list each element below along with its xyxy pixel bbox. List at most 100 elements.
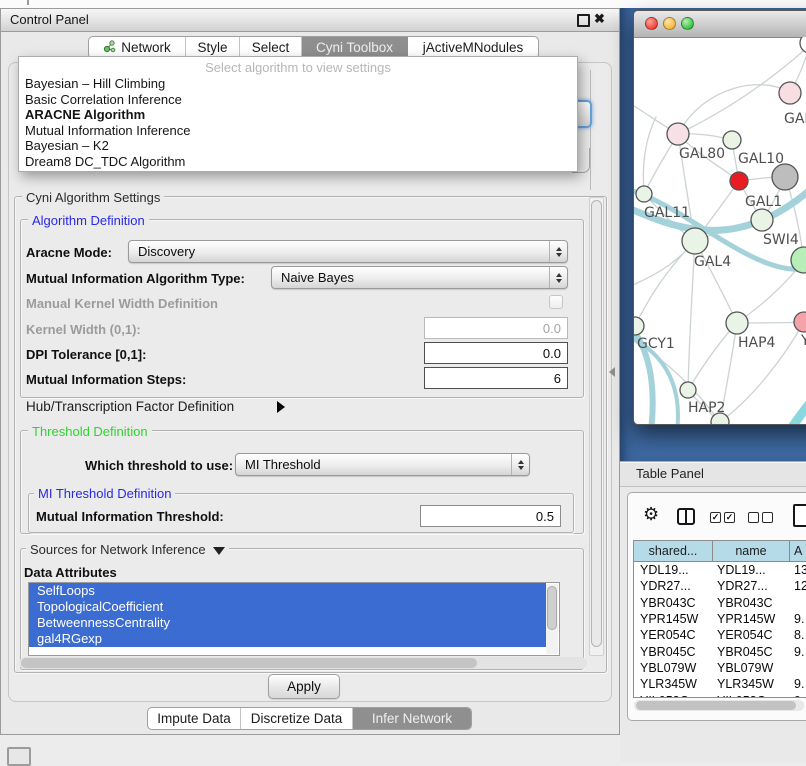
network-node[interactable] bbox=[800, 37, 806, 53]
network-node-gal10[interactable] bbox=[723, 131, 741, 149]
stepper-icon[interactable] bbox=[549, 241, 567, 262]
table-horizontal-scrollbar[interactable] bbox=[634, 700, 804, 711]
hub-section-label[interactable]: Hub/Transcription Factor Definition bbox=[26, 399, 234, 414]
group-border-fragment bbox=[590, 70, 591, 190]
algorithm-option-bayesian-k2[interactable]: Bayesian – K2 bbox=[19, 138, 577, 154]
table-row[interactable]: YDR27...YDR27...12 bbox=[634, 578, 806, 594]
network-node-gal80[interactable] bbox=[667, 123, 689, 145]
kernel-width-field[interactable]: 0.0 bbox=[424, 317, 568, 339]
attribute-item-selfloops[interactable]: SelfLoops bbox=[29, 583, 546, 599]
tab-network[interactable]: Network bbox=[89, 37, 186, 58]
panel-title: Control Panel bbox=[10, 12, 89, 27]
checked-columns-icon[interactable]: ✓ bbox=[724, 512, 735, 523]
mi-steps-field[interactable]: 6 bbox=[424, 367, 568, 389]
aracne-mode-combo[interactable]: Discovery bbox=[128, 240, 568, 263]
column-header-name[interactable]: name bbox=[713, 541, 790, 562]
manual-kernel-label: Manual Kernel Width Definition bbox=[26, 296, 218, 311]
sources-title[interactable]: Sources for Network Inference bbox=[26, 542, 229, 557]
table-cell: YPR145W bbox=[713, 612, 790, 626]
table-row[interactable]: YBL079WYBL079W bbox=[634, 660, 806, 676]
stepper-icon[interactable] bbox=[549, 267, 567, 288]
network-node-label: GAL4 bbox=[694, 254, 731, 270]
top-strip bbox=[0, 0, 806, 8]
attribute-item-betweennesscentrality[interactable]: BetweennessCentrality bbox=[29, 615, 546, 631]
bottom-tab-impute-data[interactable]: Impute Data bbox=[148, 708, 241, 729]
bottom-tab-discretize-data[interactable]: Discretize Data bbox=[241, 708, 353, 729]
table-row[interactable]: YLR345WYLR345W9. bbox=[634, 676, 806, 692]
network-node-hap2[interactable] bbox=[680, 382, 696, 398]
node-table[interactable]: shared...nameA YDL19...YDL19...13YDR27..… bbox=[633, 540, 806, 698]
algorithm-option-bayesian-hill-climbing[interactable]: Bayesian – Hill Climbing bbox=[19, 76, 577, 92]
network-node-gal4[interactable] bbox=[682, 228, 708, 254]
bottom-tab-infer-network[interactable]: Infer Network bbox=[353, 708, 471, 729]
manual-kernel-checkbox[interactable] bbox=[549, 295, 563, 309]
splitter-collapse-icon[interactable] bbox=[609, 367, 615, 377]
algorithm-option-basic-correlation-inference[interactable]: Basic Correlation Inference bbox=[19, 92, 577, 108]
tab-style[interactable]: Style bbox=[186, 37, 240, 58]
table-row[interactable]: YBR045CYBR045C9. bbox=[634, 643, 806, 659]
scrollbar-thumb[interactable] bbox=[21, 658, 477, 668]
collapse-arrow-icon[interactable] bbox=[213, 547, 225, 555]
unchecked-columns-icon[interactable] bbox=[762, 512, 773, 523]
popup-prompt: Select algorithm to view settings bbox=[19, 59, 577, 76]
gear-icon[interactable]: ⚙ bbox=[643, 505, 659, 523]
table-row[interactable]: YBR043CYBR043C bbox=[634, 595, 806, 611]
which-threshold-combo[interactable]: MI Threshold bbox=[235, 453, 530, 476]
scrollbar-thumb[interactable] bbox=[636, 701, 796, 710]
control-panel-titlebar[interactable] bbox=[1, 9, 619, 32]
tab-cyni-toolbox[interactable]: Cyni Toolbox bbox=[302, 37, 408, 58]
settings-vertical-scrollbar[interactable] bbox=[589, 197, 604, 656]
float-window-icon[interactable] bbox=[577, 14, 590, 27]
network-window-titlebar[interactable] bbox=[634, 11, 806, 38]
scrollbar-thumb[interactable] bbox=[547, 586, 557, 630]
columns-icon[interactable] bbox=[677, 508, 695, 525]
network-node-gcy1[interactable] bbox=[634, 317, 644, 335]
document-icon[interactable] bbox=[793, 504, 806, 527]
mi-type-combo[interactable]: Naive Bayes bbox=[271, 266, 568, 289]
network-node-label: GAL1 bbox=[745, 194, 782, 210]
close-traffic-light-icon[interactable] bbox=[645, 17, 658, 30]
algorithm-option-dream8-dc-tdc-algorithm[interactable]: Dream8 DC_TDC Algorithm bbox=[19, 154, 577, 170]
network-graph[interactable]: GAL80GALGAL10GAL1SWI4GAL11GAL4GCY1HAP4YH… bbox=[634, 37, 806, 425]
table-cell: YDL19... bbox=[634, 563, 713, 577]
table-row[interactable]: YPR145WYPR145W9. bbox=[634, 611, 806, 627]
attribute-item-topologicalcoefficient[interactable]: TopologicalCoefficient bbox=[29, 599, 546, 615]
tab-jactivemnodules[interactable]: jActiveMNodules bbox=[408, 37, 538, 58]
table-cell: YBR045C bbox=[713, 645, 790, 659]
tab-label: Network bbox=[121, 40, 171, 55]
network-node-y[interactable] bbox=[794, 312, 806, 332]
attribute-item-gal4rgexp[interactable]: gal4RGexp bbox=[29, 631, 546, 647]
algorithm-option-mutual-information-inference[interactable]: Mutual Information Inference bbox=[19, 123, 577, 139]
table-row[interactable]: YIL052CYIL052C9 bbox=[634, 692, 806, 698]
stepper-icon[interactable] bbox=[511, 454, 529, 475]
network-node-swi4[interactable] bbox=[751, 209, 773, 231]
expand-arrow-icon[interactable] bbox=[277, 401, 285, 413]
close-icon[interactable]: ✖ bbox=[594, 11, 605, 27]
tab-select[interactable]: Select bbox=[240, 37, 302, 58]
network-node-hap4[interactable] bbox=[726, 312, 748, 334]
table-cell: 9. bbox=[790, 677, 806, 691]
algorithm-option-aracne-algorithm[interactable]: ARACNE Algorithm bbox=[19, 107, 577, 123]
settings-horizontal-scrollbar[interactable] bbox=[19, 657, 587, 669]
column-header-a[interactable]: A bbox=[790, 541, 806, 562]
network-node-gal11[interactable] bbox=[636, 186, 652, 202]
checked-columns-icon[interactable]: ✓ bbox=[710, 512, 721, 523]
table-row[interactable]: YDL19...YDL19...13 bbox=[634, 562, 806, 578]
network-node-gal1[interactable] bbox=[730, 172, 748, 190]
network-node-gal[interactable] bbox=[779, 82, 801, 104]
panel-toggle-button[interactable] bbox=[7, 747, 31, 766]
zoom-traffic-light-icon[interactable] bbox=[681, 17, 694, 30]
attribute-list-scrollbar[interactable] bbox=[546, 584, 558, 654]
network-view-window[interactable]: GAL80GALGAL10GAL1SWI4GAL11GAL4GCY1HAP4YH… bbox=[633, 10, 806, 425]
attribute-list[interactable]: SelfLoopsTopologicalCoefficientBetweenne… bbox=[28, 582, 560, 656]
dpi-tolerance-field[interactable]: 0.0 bbox=[424, 342, 568, 364]
column-header-shared[interactable]: shared... bbox=[634, 541, 713, 562]
mi-type-label: Mutual Information Algorithm Type: bbox=[26, 271, 245, 286]
table-row[interactable]: YER054CYER054C8. bbox=[634, 627, 806, 643]
scrollbar-thumb[interactable] bbox=[591, 200, 602, 647]
network-node[interactable] bbox=[772, 164, 798, 190]
minimize-traffic-light-icon[interactable] bbox=[663, 17, 676, 30]
apply-button[interactable]: Apply bbox=[268, 674, 340, 699]
unchecked-columns-icon[interactable] bbox=[748, 512, 759, 523]
mi-threshold-field[interactable]: 0.5 bbox=[420, 505, 561, 527]
